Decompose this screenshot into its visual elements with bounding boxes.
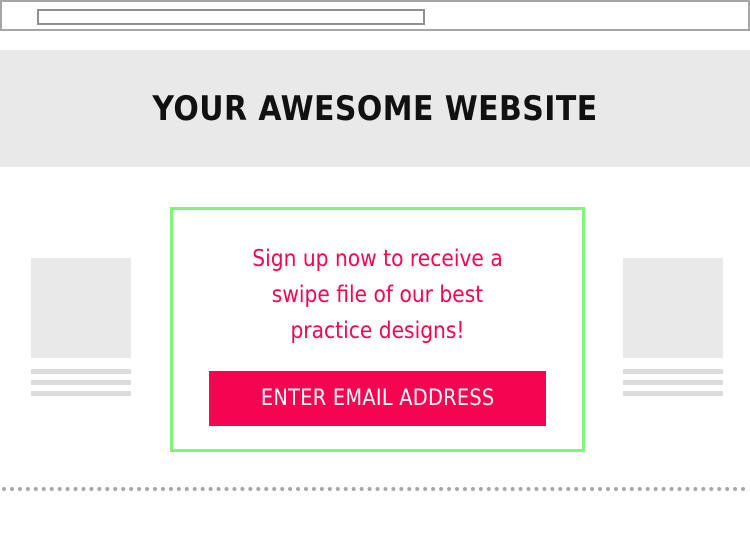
enter-email-address-label: ENTER EMAIL ADDRESS [260, 386, 495, 411]
site-title: YOUR AWESOME WEBSITE [152, 88, 598, 129]
email-optin-box: Sign up now to receive a swipe file of o… [170, 207, 585, 452]
page: YOUR AWESOME WEBSITE Sign up now to rece… [0, 0, 750, 550]
optin-message: Sign up now to receive a swipe file of o… [252, 246, 503, 344]
right-text-line-placeholder [623, 391, 723, 396]
left-text-line-placeholder [31, 380, 131, 385]
site-header: YOUR AWESOME WEBSITE [0, 50, 750, 167]
fold-divider [2, 487, 746, 491]
left-image-placeholder [31, 258, 131, 358]
left-text-line-placeholder [31, 369, 131, 374]
address-bar[interactable] [37, 9, 425, 25]
enter-email-address-button[interactable]: ENTER EMAIL ADDRESS [209, 371, 546, 426]
left-text-line-placeholder [31, 391, 131, 396]
right-image-placeholder [623, 258, 723, 358]
right-text-line-placeholder [623, 380, 723, 385]
right-content-placeholder [623, 258, 723, 396]
left-content-placeholder [31, 258, 131, 396]
right-text-line-placeholder [623, 369, 723, 374]
browser-toolbar [0, 0, 750, 31]
